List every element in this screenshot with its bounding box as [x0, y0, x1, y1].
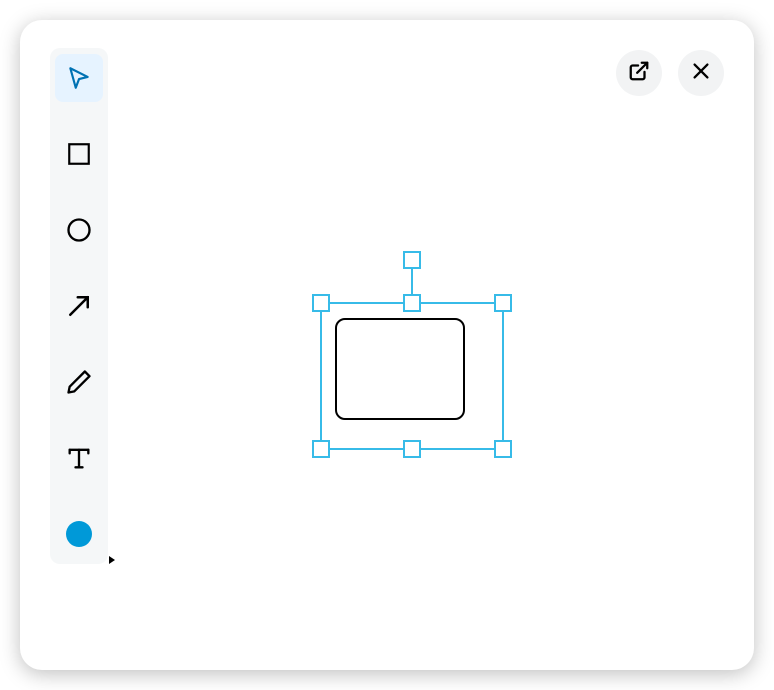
canvas[interactable]	[20, 20, 754, 670]
resize-handle-tr[interactable]	[494, 294, 512, 312]
resize-handle-bl[interactable]	[312, 440, 330, 458]
resize-handle-bm[interactable]	[403, 440, 421, 458]
selection-bounding-box	[320, 302, 504, 450]
resize-handle-br[interactable]	[494, 440, 512, 458]
resize-handle-tl[interactable]	[312, 294, 330, 312]
app-window	[20, 20, 754, 670]
resize-handle-tm[interactable]	[403, 294, 421, 312]
rotation-handle[interactable]	[403, 251, 421, 269]
